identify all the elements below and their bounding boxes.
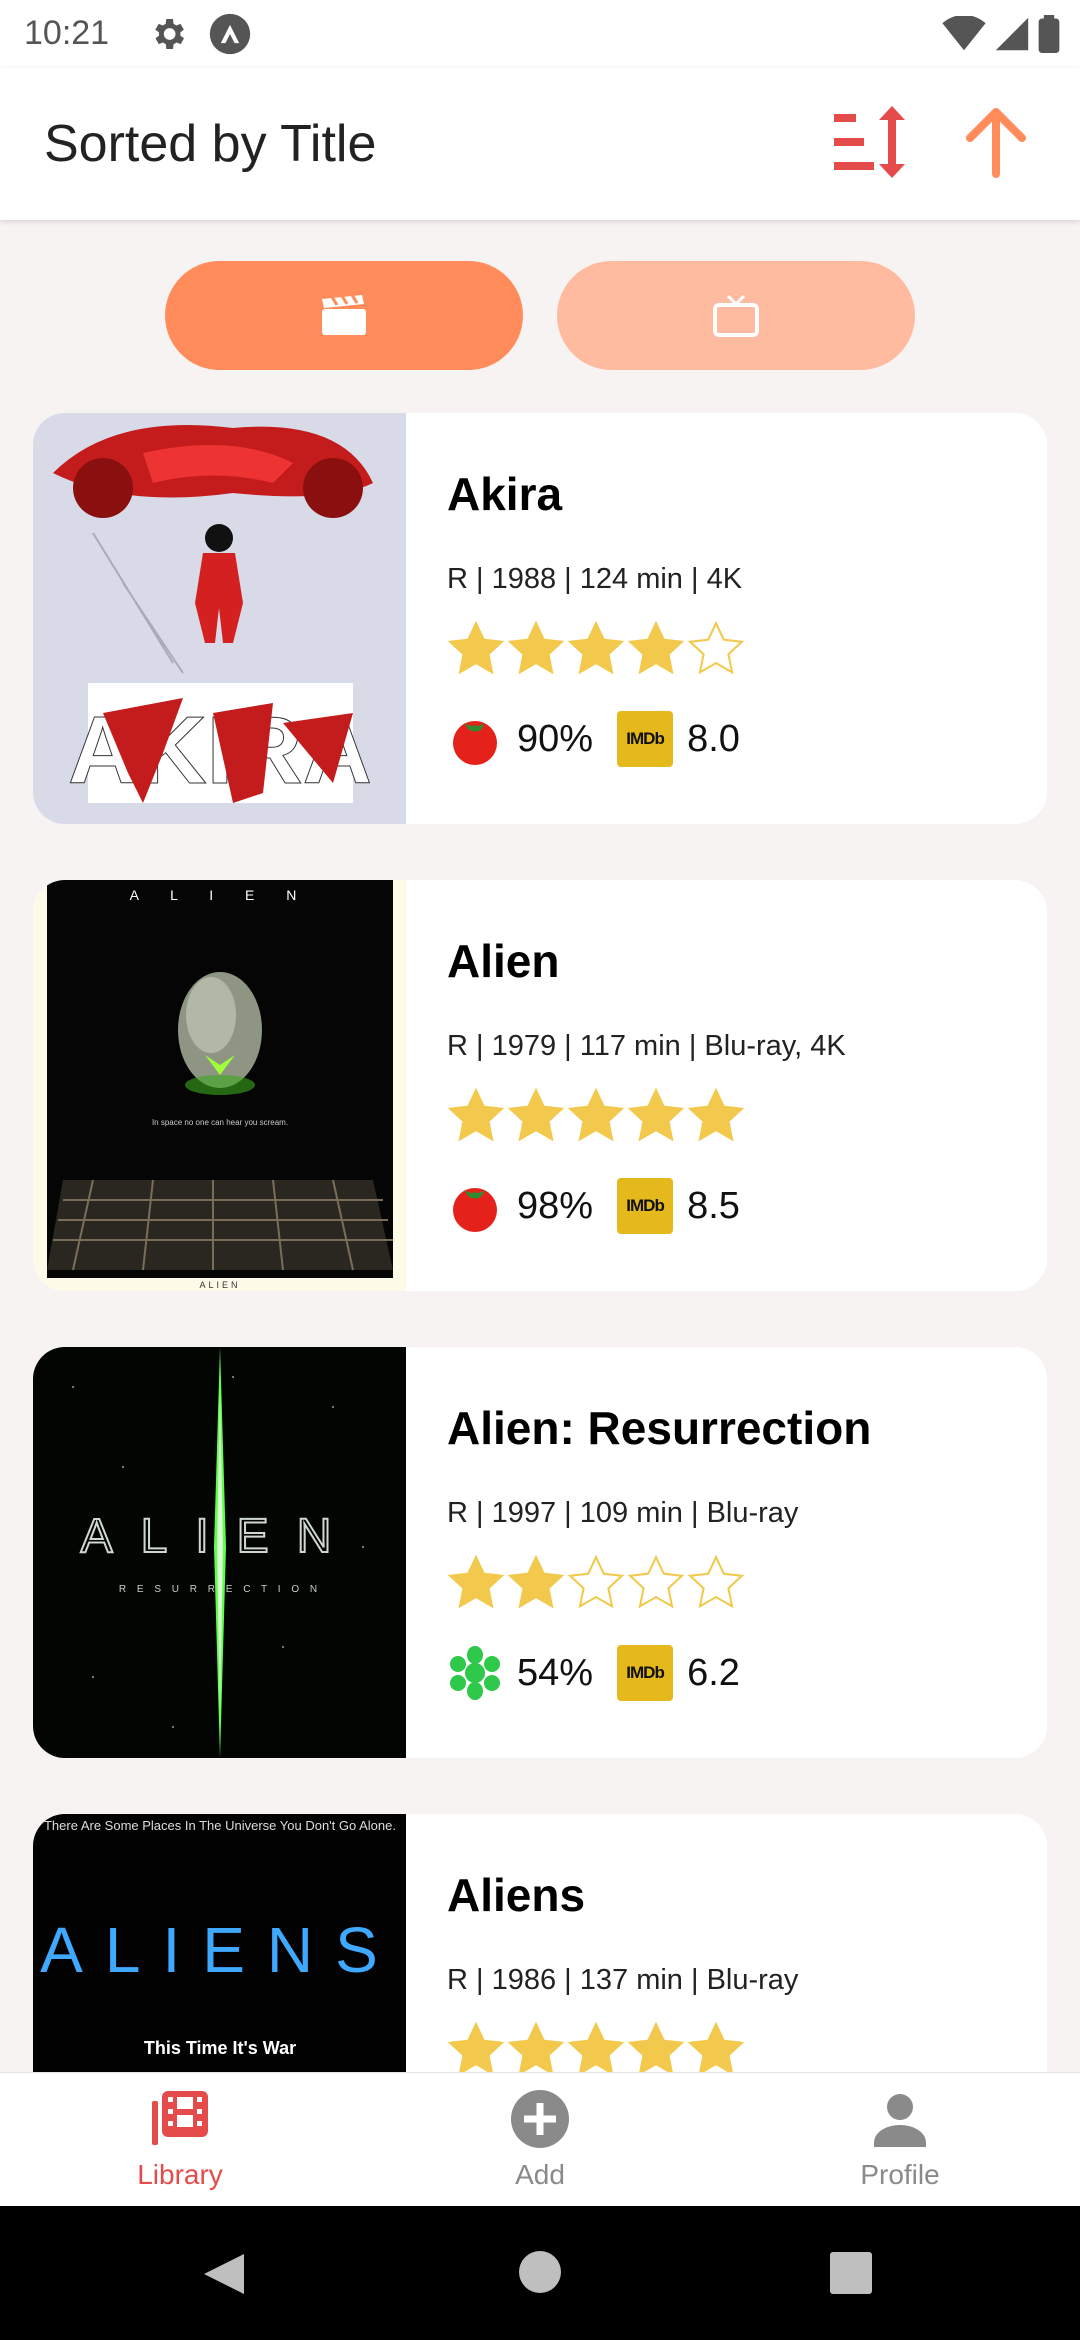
movie-title: Alien <box>447 935 560 987</box>
page-title: Sorted by Title <box>44 115 377 173</box>
movie-meta: R | 1979 | 117 min | Blu-ray, 4K <box>447 1030 846 1062</box>
ratings-row: 98% IMDb 8.5 <box>447 1175 740 1237</box>
star-rating <box>447 1087 745 1143</box>
star-filled-icon <box>567 620 625 675</box>
star-rating <box>447 620 745 676</box>
movie-card[interactable]: A L I E N In space no one can hear you s… <box>33 880 1047 1291</box>
sort-icon <box>834 106 905 178</box>
tv-icon <box>713 294 759 337</box>
signal-icon <box>995 17 1029 51</box>
movie-title: Akira <box>447 468 563 520</box>
splat-icon <box>450 1646 500 1700</box>
rt-score: 54% <box>517 1651 594 1694</box>
star-filled-icon <box>687 2021 745 2072</box>
system-navigation-bar <box>0 2206 1080 2340</box>
movie-list[interactable]: AKIRA Akira R | 1988 | 124 min | 4K 90% … <box>0 400 1080 2072</box>
recents-icon[interactable] <box>830 2252 872 2294</box>
movie-poster: A L I E N In space no one can hear you s… <box>33 880 406 1291</box>
home-icon[interactable] <box>518 2250 562 2294</box>
nav-label: Library <box>137 2159 223 2190</box>
movie-poster: AKIRA <box>33 413 406 824</box>
star-filled-icon <box>447 620 505 675</box>
poster-text: In space no one can hear you scream. <box>152 1118 288 1127</box>
sort-button[interactable] <box>824 102 914 182</box>
rt-score: 98% <box>517 1184 594 1227</box>
movie-title: Aliens <box>447 1869 586 1921</box>
nav-item-library[interactable]: Library <box>0 2073 360 2206</box>
star-filled-icon <box>567 1087 625 1142</box>
star-empty-icon <box>627 1554 685 1609</box>
arrow-up-icon <box>966 108 1026 178</box>
back-icon[interactable] <box>200 2250 248 2298</box>
star-filled-icon <box>627 620 685 675</box>
star-filled-icon <box>507 620 565 675</box>
status-time: 10:21 <box>24 14 110 52</box>
imdb-score: 8.0 <box>687 717 740 760</box>
tomato-icon <box>453 721 497 765</box>
imdb-icon: IMDb <box>617 1645 674 1701</box>
person-icon <box>874 2094 926 2147</box>
wifi-icon <box>942 16 986 51</box>
movie-poster: There Are Some Places In The Universe Yo… <box>33 1814 406 2072</box>
library-icon <box>152 2091 208 2145</box>
movie-card[interactable]: There Are Some Places In The Universe Yo… <box>33 1814 1047 2072</box>
imdb-icon: IMDb <box>617 1178 674 1234</box>
clapperboard-icon <box>322 294 366 335</box>
movies-toggle-button[interactable] <box>165 261 523 370</box>
sort-direction-button[interactable] <box>956 102 1036 182</box>
nav-item-add[interactable]: Add <box>360 2073 720 2206</box>
poster-text: ALIEN <box>81 1510 360 1563</box>
rt-score: 90% <box>517 717 594 760</box>
ratings-row: 90% IMDb 8.0 <box>447 708 740 770</box>
poster-text: R E S U R R E C T I O N <box>119 1584 321 1595</box>
movie-meta: R | 1986 | 137 min | Blu-ray <box>447 1964 799 1996</box>
nav-label: Add <box>515 2159 565 2190</box>
star-filled-icon <box>687 1087 745 1142</box>
app-bar: Sorted by Title <box>0 68 1080 220</box>
star-filled-icon <box>507 1087 565 1142</box>
status-icons <box>942 14 1060 54</box>
status-bar: 10:21 <box>0 0 1080 68</box>
imdb-score: 8.5 <box>687 1184 740 1227</box>
movie-meta: R | 1988 | 124 min | 4K <box>447 563 743 595</box>
star-empty-icon <box>687 620 745 675</box>
star-empty-icon <box>687 1554 745 1609</box>
nav-label: Profile <box>860 2159 940 2190</box>
tv-toggle-button[interactable] <box>557 261 915 370</box>
gear-icon <box>155 19 184 49</box>
poster-text: ALIEN <box>199 1280 240 1290</box>
nav-item-profile[interactable]: Profile <box>720 2073 1080 2206</box>
tomato-icon <box>453 1188 497 1232</box>
star-filled-icon <box>447 2021 505 2072</box>
star-rating <box>447 1554 745 1610</box>
imdb-score: 6.2 <box>687 1651 740 1694</box>
star-filled-icon <box>567 2021 625 2072</box>
app-notification-icon <box>209 13 251 55</box>
imdb-icon: IMDb <box>617 711 674 767</box>
star-filled-icon <box>507 2021 565 2072</box>
poster-text: This Time It's War <box>144 2038 296 2058</box>
poster-text: There Are Some Places In The Universe Yo… <box>44 1818 396 1833</box>
star-filled-icon <box>447 1087 505 1142</box>
star-filled-icon <box>627 2021 685 2072</box>
movie-card[interactable]: AKIRA Akira R | 1988 | 124 min | 4K 90% … <box>33 413 1047 824</box>
movie-card[interactable]: ALIEN R E S U R R E C T I O N Alien: Res… <box>33 1347 1047 1758</box>
battery-icon <box>1038 15 1060 53</box>
ratings-row: 54% IMDb 6.2 <box>447 1642 740 1704</box>
star-rating <box>447 2021 745 2072</box>
movie-meta: R | 1997 | 109 min | Blu-ray <box>447 1497 799 1529</box>
poster-text: A L I E N <box>130 887 311 903</box>
star-empty-icon <box>567 1554 625 1609</box>
movie-title: Alien: Resurrection <box>447 1402 872 1454</box>
bottom-navigation: Library Add Profile <box>0 2072 1080 2206</box>
star-filled-icon <box>507 1554 565 1609</box>
movie-poster: ALIEN R E S U R R E C T I O N <box>33 1347 406 1758</box>
add-circle-icon <box>511 2090 569 2148</box>
poster-text: ALIENS <box>40 1914 400 1986</box>
star-filled-icon <box>447 1554 505 1609</box>
star-filled-icon <box>627 1087 685 1142</box>
